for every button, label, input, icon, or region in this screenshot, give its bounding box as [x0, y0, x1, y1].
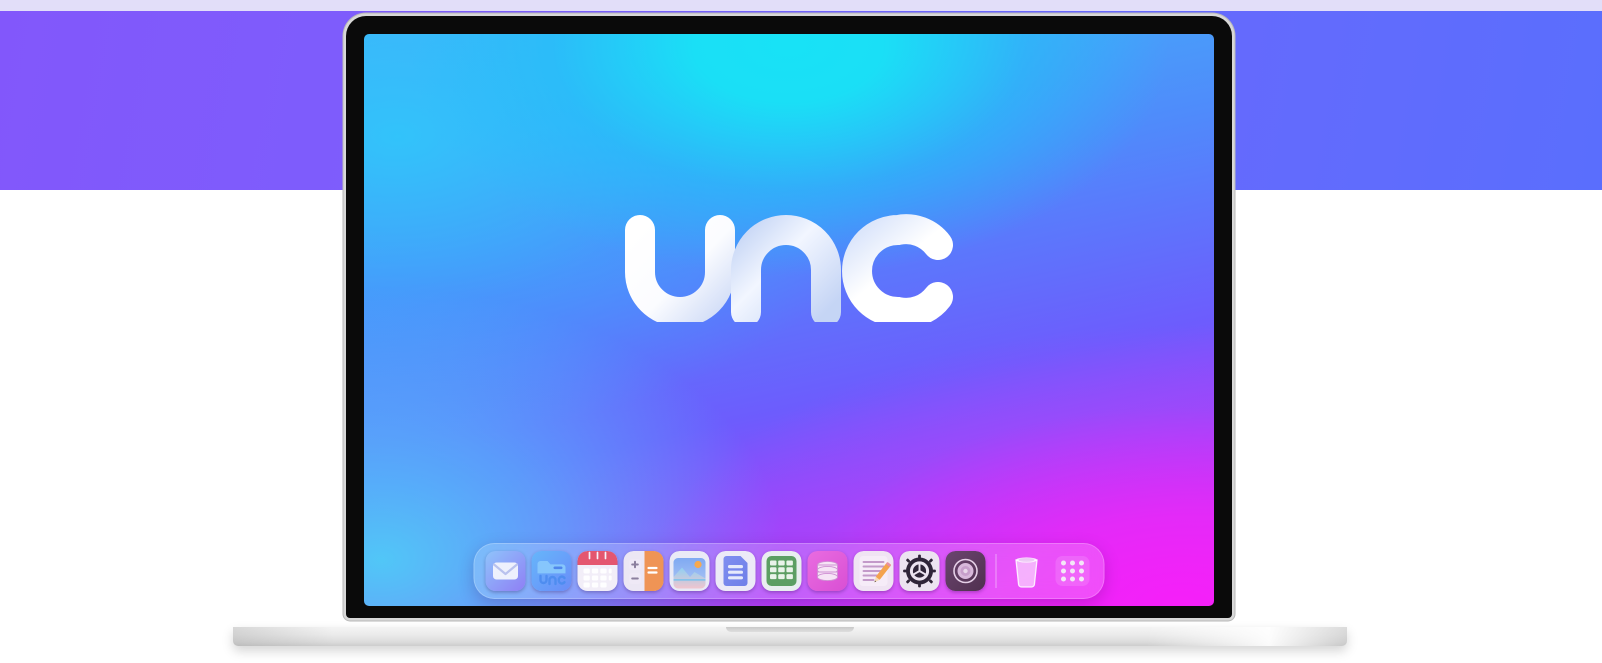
calendar-icon: [577, 551, 618, 591]
dock-item-launchpad[interactable]: [1053, 551, 1093, 591]
dock-item-calendar[interactable]: [577, 551, 618, 591]
photos-icon: [669, 551, 710, 591]
dock-item-mail[interactable]: [485, 551, 526, 591]
spreadsheet-icon: [761, 551, 802, 591]
trash-icon: [1015, 557, 1038, 588]
laptop-base-notch: [726, 627, 854, 632]
notes-icon: [853, 551, 894, 591]
gear-icon: [899, 551, 940, 591]
database-icon: [807, 551, 848, 591]
dock-item-podcasts[interactable]: [945, 551, 986, 591]
unc-logo: [364, 212, 1214, 322]
dock-item-photos[interactable]: [669, 551, 710, 591]
unc-folder-icon: [531, 551, 572, 591]
top-accent-strip: [0, 0, 1602, 11]
dock-item-calculator[interactable]: [623, 551, 664, 591]
dock-item-finder[interactable]: [531, 551, 572, 591]
dock-item-settings[interactable]: [899, 551, 940, 591]
laptop-base: [233, 627, 1347, 646]
mail-icon: [485, 551, 526, 591]
page-root: [0, 0, 1602, 663]
dock-separator: [995, 554, 997, 588]
dock-item-database[interactable]: [807, 551, 848, 591]
dock-item-documents[interactable]: [715, 551, 756, 591]
dock-item-notes[interactable]: [853, 551, 894, 591]
launchpad-grid-icon: [1055, 556, 1090, 586]
desktop-screen[interactable]: [364, 34, 1214, 606]
laptop-mockup: [233, 16, 1347, 646]
laptop-lid: [346, 16, 1232, 618]
documents-icon: [715, 551, 756, 591]
calculator-icon: [623, 551, 664, 591]
dock-item-spreadsheet[interactable]: [761, 551, 802, 591]
dock[interactable]: [473, 543, 1105, 599]
podcast-icon: [945, 551, 986, 591]
dock-item-trash[interactable]: [1007, 551, 1047, 591]
